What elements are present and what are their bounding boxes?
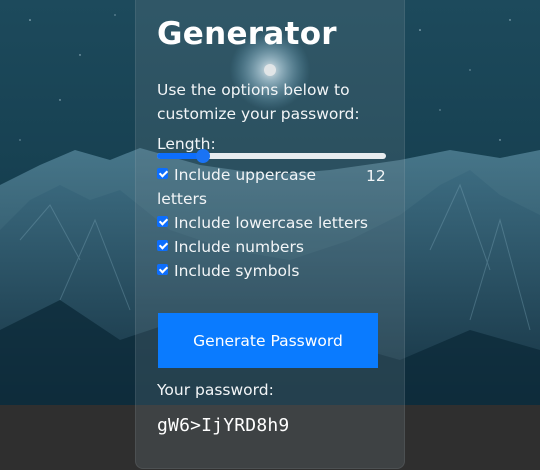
password-output[interactable]: gW6>IjYRD8h9 <box>157 415 289 436</box>
intro-text: Use the options below to customize your … <box>157 81 360 123</box>
output-label: Your password: <box>157 381 274 399</box>
symbols-option[interactable]: Include symbols <box>157 259 299 283</box>
numbers-option[interactable]: Include numbers <box>157 235 304 259</box>
length-value: 12 <box>366 167 386 185</box>
length-slider[interactable] <box>157 149 386 163</box>
uppercase-checkbox[interactable] <box>157 168 168 179</box>
page-title: Generator <box>157 16 337 52</box>
lowercase-label: Include lowercase letters <box>174 214 368 232</box>
lowercase-option[interactable]: Include lowercase letters <box>157 211 368 235</box>
generator-panel: Generator Use the options below to custo… <box>135 0 405 469</box>
uppercase-label: Include uppercase letters <box>157 166 317 208</box>
slider-thumb[interactable] <box>196 149 210 163</box>
lowercase-checkbox[interactable] <box>157 216 168 227</box>
app-window: Generator Use the options below to custo… <box>0 0 540 470</box>
symbols-label: Include symbols <box>174 262 300 280</box>
numbers-label: Include numbers <box>174 238 304 256</box>
symbols-checkbox[interactable] <box>157 264 168 275</box>
generate-password-button[interactable]: Generate Password <box>158 313 378 368</box>
uppercase-option[interactable]: Include uppercase letters <box>157 163 332 211</box>
numbers-checkbox[interactable] <box>157 240 168 251</box>
